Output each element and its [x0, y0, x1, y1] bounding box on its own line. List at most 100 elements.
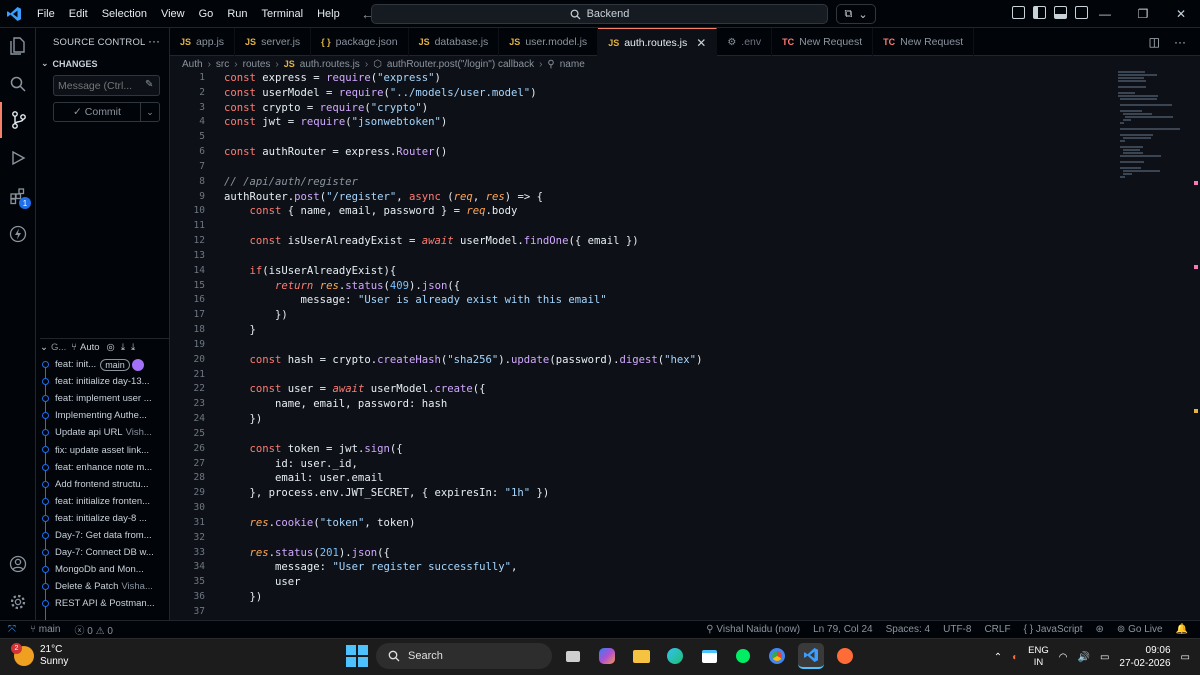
split-editor-icon[interactable]: ◫ — [1149, 35, 1160, 49]
commit-row[interactable]: Add frontend structu... — [36, 476, 169, 493]
menu-edit[interactable]: Edit — [62, 0, 95, 28]
code-line[interactable]: return res.status(409).json({ — [224, 279, 1090, 294]
battery-icon[interactable]: ▭ — [1100, 652, 1109, 663]
notification-icon[interactable]: ▭ — [1181, 652, 1190, 663]
code-line[interactable]: const hash = crypto.createHash("sha256")… — [224, 353, 1090, 368]
code-line[interactable] — [224, 338, 1090, 353]
more-actions-icon[interactable]: ··· — [148, 34, 160, 48]
commit-message-input[interactable] — [53, 75, 160, 96]
git-blame-status[interactable]: ⚲ Vishal Naidu (now) — [706, 624, 800, 635]
code-line[interactable]: email: user.email — [224, 471, 1090, 486]
commit-row[interactable]: feat: implement user ... — [36, 390, 169, 407]
breadcrumb-item[interactable]: name — [560, 59, 585, 70]
tab-new-request[interactable]: TC New Request — [873, 28, 975, 56]
explorer-icon[interactable] — [0, 28, 36, 64]
tab-server-js[interactable]: JS server.js — [235, 28, 312, 56]
commit-row[interactable]: REST API & Postman... — [36, 595, 169, 612]
graph-section-header[interactable]: ⌄ G... ⑂ Auto ◎ ⤓ ⤓ — [40, 338, 169, 354]
code-line[interactable]: const { name, email, password } = req.bo… — [224, 204, 1090, 219]
code-line[interactable]: const token = jwt.sign({ — [224, 442, 1090, 457]
indentation-status[interactable]: Spaces: 4 — [886, 624, 930, 635]
mongodb-compass-icon[interactable] — [730, 643, 756, 669]
encoding-status[interactable]: UTF-8 — [943, 624, 971, 635]
commit-row[interactable]: Update api URL Vish... — [36, 424, 169, 441]
code-line[interactable]: const isUserAlreadyExist = await userMod… — [224, 234, 1090, 249]
command-center[interactable]: Backend — [371, 4, 828, 24]
chrome-icon[interactable] — [764, 643, 790, 669]
copilot-status-icon[interactable]: ⊛ — [1096, 624, 1104, 635]
tab-app-js[interactable]: JS app.js — [170, 28, 236, 56]
pull-icon[interactable]: ⤓ — [131, 342, 135, 353]
file-explorer-icon[interactable] — [628, 643, 654, 669]
breadcrumb-item[interactable]: authRouter.post("/login") callback — [387, 59, 534, 70]
commit-row[interactable]: fix: update asset link... — [36, 441, 169, 458]
code-line[interactable] — [224, 249, 1090, 264]
customize-layout-icon[interactable] — [1012, 6, 1025, 19]
clock[interactable]: 09:06 27-02-2026 — [1119, 644, 1170, 670]
close-tab-icon[interactable]: ✕ — [696, 36, 706, 50]
volume-icon[interactable]: 🔊 — [1077, 652, 1089, 663]
breadcrumb-item[interactable]: auth.routes.js — [300, 59, 360, 70]
menu-terminal[interactable]: Terminal — [255, 0, 311, 28]
store-icon[interactable] — [696, 643, 722, 669]
code-line[interactable]: }) — [224, 412, 1090, 427]
code-line[interactable]: res.status(201).json({ — [224, 546, 1090, 561]
code-line[interactable] — [224, 427, 1090, 442]
commit-dropdown-icon[interactable]: ⌄ — [141, 107, 159, 118]
code-line[interactable]: const user = await userModel.create({ — [224, 382, 1090, 397]
menu-selection[interactable]: Selection — [95, 0, 154, 28]
commit-row[interactable]: feat: initialize day-8 ... — [36, 510, 169, 527]
wifi-icon[interactable]: ◠ — [1059, 652, 1068, 663]
code-line[interactable]: name, email, password: hash — [224, 397, 1090, 412]
eol-status[interactable]: CRLF — [984, 624, 1010, 635]
remote-icon[interactable]: ⤧ — [8, 624, 16, 635]
extensions-icon[interactable]: 1 — [0, 178, 36, 214]
copilot-button[interactable]: ⧉ ⌄ — [836, 4, 876, 24]
code-line[interactable] — [224, 605, 1090, 620]
code-line[interactable] — [224, 531, 1090, 546]
restore-icon[interactable]: ❐ — [1124, 0, 1162, 28]
code-editor[interactable]: 1 2 3 4 5 6 7 8 9 10 11 12 13 14 15 16 17 18 19 20 21 22 23 24 2… — [170, 71, 1200, 620]
code-line[interactable]: if(isUserAlreadyExist){ — [224, 264, 1090, 279]
copilot-app-icon[interactable] — [594, 643, 620, 669]
toggle-panel-icon[interactable] — [1054, 6, 1067, 19]
code-line[interactable] — [224, 219, 1090, 234]
go-live-button[interactable]: ⊚ Go Live — [1117, 624, 1163, 635]
commit-row[interactable]: feat: initialize day-13... — [36, 373, 169, 390]
app-tray-icon[interactable]: ◐ — [1012, 652, 1018, 663]
commit-row[interactable]: feat: enhance note m... — [36, 459, 169, 476]
code-lines[interactable]: const express = require("express") const … — [224, 71, 1090, 620]
weather-widget[interactable]: 2 21°C Sunny — [11, 643, 68, 668]
breadcrumb-item[interactable]: Auth — [182, 59, 203, 70]
task-view-icon[interactable] — [560, 643, 586, 669]
code-line[interactable]: // /api/auth/register — [224, 175, 1090, 190]
code-line[interactable] — [224, 368, 1090, 383]
toggle-primary-sidebar-icon[interactable] — [1033, 6, 1046, 19]
code-line[interactable] — [224, 130, 1090, 145]
code-line[interactable]: const authRouter = express.Router() — [224, 145, 1090, 160]
search-view-icon[interactable] — [0, 66, 36, 102]
account-icon[interactable] — [0, 546, 36, 582]
changes-section-header[interactable]: ⌄ CHANGES — [41, 58, 98, 69]
settings-gear-icon[interactable] — [0, 584, 36, 620]
thunder-client-icon[interactable] — [0, 216, 36, 252]
breadcrumb-item[interactable]: routes — [243, 59, 271, 70]
code-line[interactable]: message: "User register successfully", — [224, 560, 1090, 575]
menu-go[interactable]: Go — [192, 0, 221, 28]
code-line[interactable]: authRouter.post("/register", async (req,… — [224, 190, 1090, 205]
code-line[interactable]: }) — [224, 590, 1090, 605]
code-line[interactable]: id: user._id, — [224, 457, 1090, 472]
taskbar-search[interactable]: Search — [376, 643, 552, 669]
close-window-icon[interactable]: ✕ — [1162, 0, 1200, 28]
problems-status[interactable]: ⓧ 0 ⚠ 0 — [74, 622, 112, 637]
tab-auth-routes-js[interactable]: JS auth.routes.js ✕ — [598, 28, 718, 56]
tab--env[interactable]: ⚙ .env — [717, 28, 773, 56]
code-line[interactable]: res.cookie("token", token) — [224, 516, 1090, 531]
breadcrumb-item[interactable]: src — [216, 59, 229, 70]
sparkle-icon[interactable]: ✎ — [145, 79, 153, 90]
menu-run[interactable]: Run — [220, 0, 254, 28]
scrollbar[interactable] — [1194, 181, 1198, 413]
menu-view[interactable]: View — [154, 0, 192, 28]
commit-row[interactable]: Day-7: Connect DB w... — [36, 544, 169, 561]
commit-row[interactable]: Implementing Authe... — [36, 407, 169, 424]
